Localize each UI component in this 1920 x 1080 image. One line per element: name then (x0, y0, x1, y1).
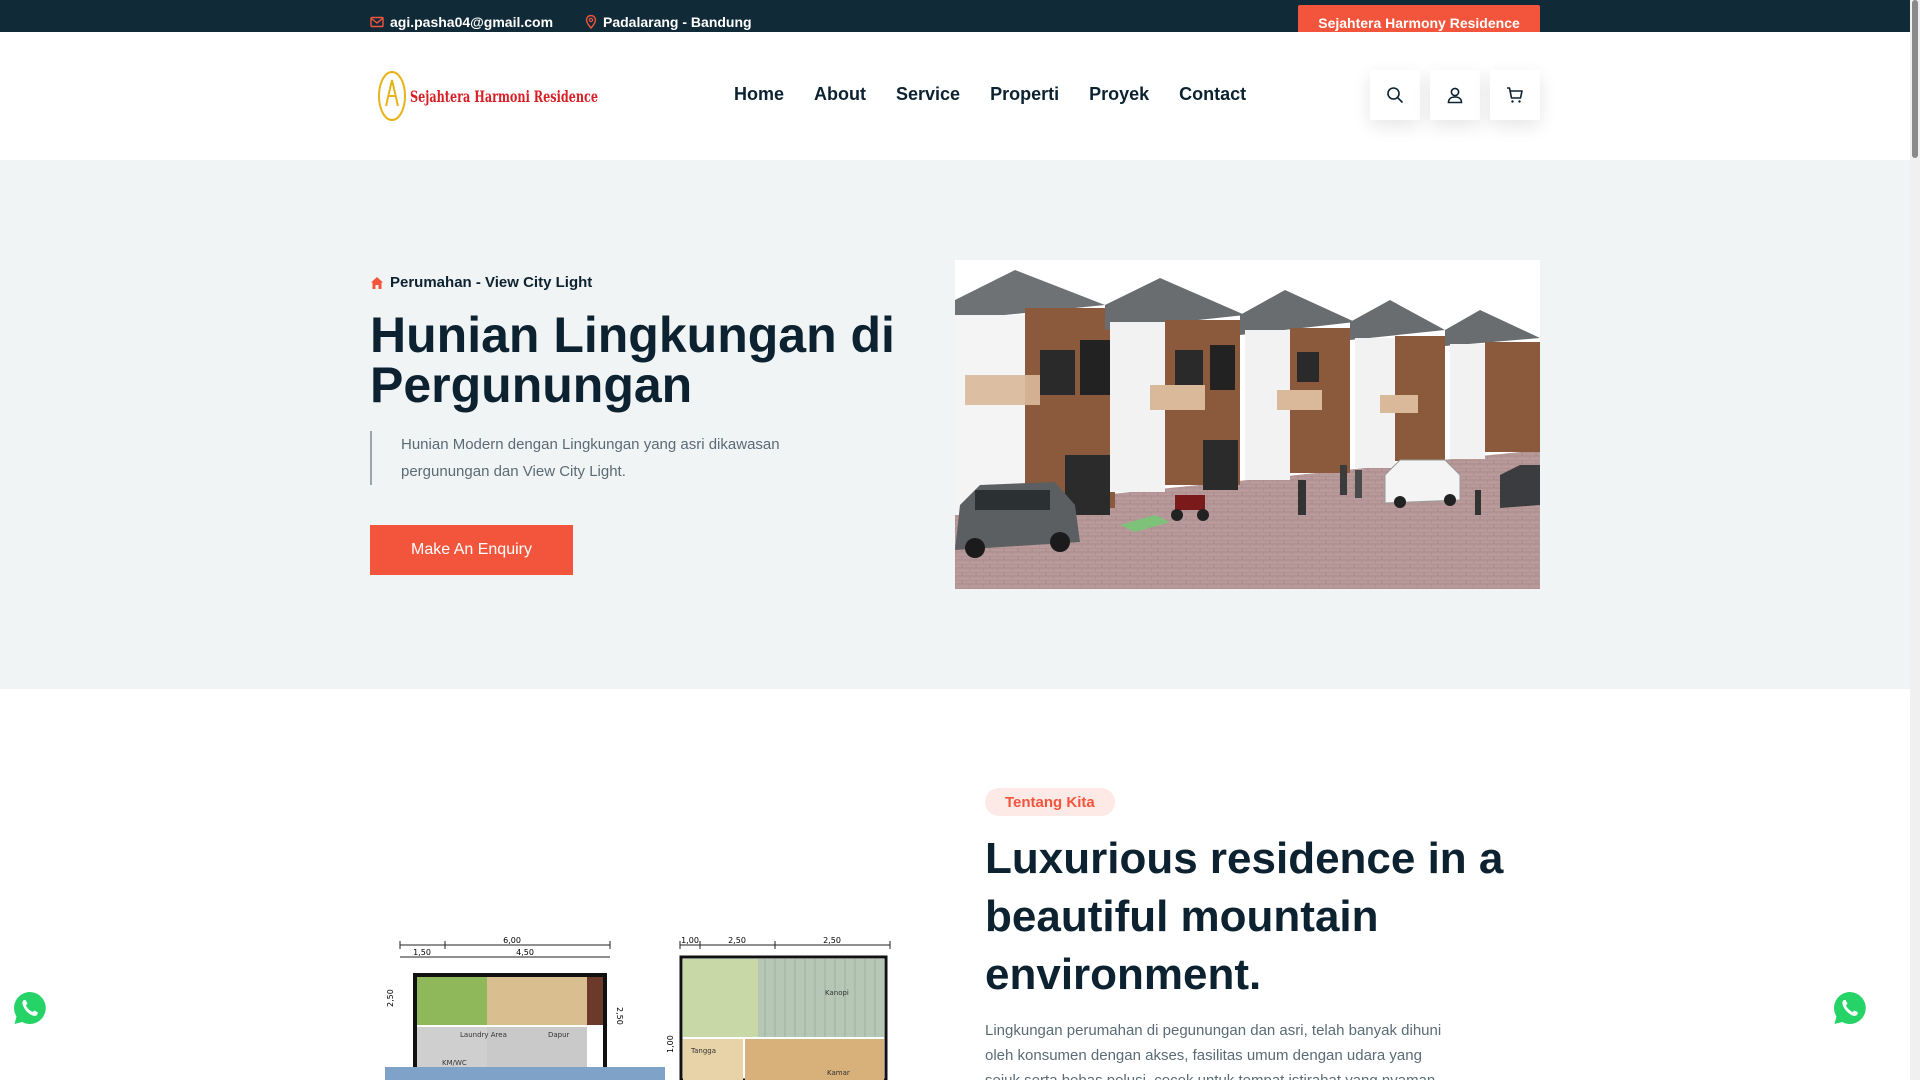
room-tangga: Tangga (690, 1047, 716, 1055)
location-pin-icon (585, 15, 597, 29)
room-kanopi: Kanopi (825, 989, 849, 997)
top-bar: agi.pasha04@gmail.com Padalarang - Bandu… (0, 0, 1910, 41)
about-tag: Tentang Kita (985, 788, 1115, 816)
dim-top: 6,00 (503, 936, 521, 945)
dim-1: 1,50 (413, 948, 431, 957)
logo-text: Sejahtera Harmoni Residence (410, 87, 598, 106)
room-kamar: Kamar (827, 1069, 850, 1077)
room-kmwc: KM/WC (442, 1059, 467, 1067)
location-text: Padalarang - Bandung (603, 14, 752, 30)
about-title: Luxurious residence in a beautiful mount… (985, 834, 1504, 999)
site-logo[interactable]: Sejahtera Harmoni Residence (372, 60, 602, 130)
cart-icon (1507, 87, 1523, 103)
search-icon (1387, 87, 1403, 103)
floorplan-image: 6,00 1,50 4,50 2,50 2,50 Laundry Area Da… (385, 935, 895, 1080)
dim-6: 2,50 (728, 936, 746, 945)
main-header: Sejahtera Harmoni Residence Home About S… (0, 32, 1910, 160)
page-scrollbar[interactable] (1910, 0, 1920, 1080)
about-text: Lingkungan perumahan di pegunungan dan a… (985, 1022, 1442, 1080)
search-button[interactable] (1370, 70, 1420, 120)
hero-section: Perumahan - View City Light Hunian Lingk… (0, 160, 1910, 689)
whatsapp-button-left[interactable] (12, 990, 48, 1026)
whatsapp-button-right[interactable] (1832, 990, 1868, 1026)
dim-3: 2,50 (386, 989, 395, 1007)
nav-proyek[interactable]: Proyek (1089, 84, 1149, 105)
whatsapp-icon (1834, 992, 1866, 1024)
room-laundry: Laundry Area (460, 1031, 507, 1039)
dim-2: 4,50 (516, 948, 534, 957)
email-text: agi.pasha04@gmail.com (390, 14, 554, 30)
dim-8: 1,00 (666, 1035, 675, 1053)
user-icon (1447, 87, 1463, 104)
dim-5: 1,00 (681, 936, 699, 945)
nav-service[interactable]: Service (896, 84, 960, 105)
hero-house-image (955, 260, 1540, 589)
account-button[interactable] (1430, 70, 1480, 120)
main-nav: Home About Service Properti Proyek Conta… (734, 84, 1276, 105)
whatsapp-icon (14, 992, 46, 1024)
topbar-location: Padalarang - Bandung (585, 14, 752, 30)
hero-tag-text: Perumahan - View City Light (390, 274, 593, 291)
hero-title: Hunian Lingkungan di Pergunungan (370, 307, 895, 413)
dim-7: 2,50 (823, 936, 841, 945)
scrollbar-thumb[interactable] (1912, 0, 1918, 158)
mail-icon (370, 16, 384, 28)
nav-properti[interactable]: Properti (990, 84, 1059, 105)
topbar-email[interactable]: agi.pasha04@gmail.com (370, 14, 553, 30)
nav-home[interactable]: Home (734, 84, 784, 105)
nav-contact[interactable]: Contact (1179, 84, 1246, 105)
dim-4: 2,50 (615, 1007, 624, 1025)
nav-about[interactable]: About (814, 84, 866, 105)
home-icon (371, 276, 383, 289)
hero-description: Hunian Modern dengan Lingkungan yang asr… (370, 431, 830, 485)
hero-tag: Perumahan - View City Light (370, 274, 592, 291)
room-dapur: Dapur (548, 1031, 570, 1039)
enquiry-button[interactable]: Make An Enquiry (370, 525, 573, 575)
cart-button[interactable] (1490, 70, 1540, 120)
